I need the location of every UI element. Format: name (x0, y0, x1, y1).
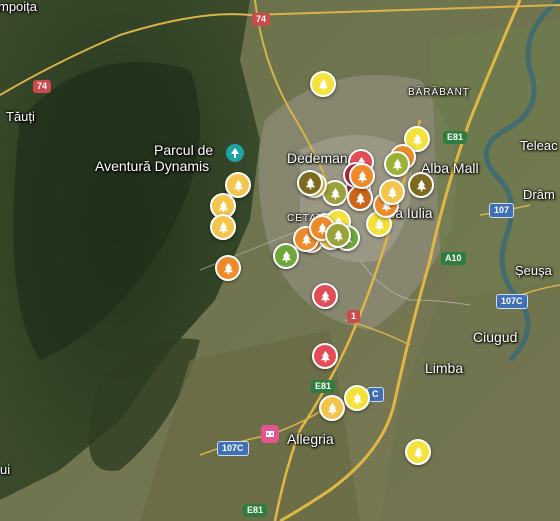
tree-marker[interactable] (408, 172, 434, 198)
tree-marker[interactable] (349, 163, 375, 189)
map-canvas[interactable]: mpoița Tăuți Parcul de Aventură Dynamis … (0, 0, 560, 521)
tree-icon (387, 186, 397, 198)
tree-icon (305, 177, 315, 189)
place-label-parc-line2: Aventură Dynamis (95, 158, 210, 174)
tree-icon (318, 78, 328, 90)
tree-icon (374, 218, 384, 230)
place-label-edge: ui (0, 462, 11, 477)
tree-marker[interactable] (215, 255, 241, 281)
tree-icon (357, 170, 367, 182)
road-shield-74-left: 74 (33, 80, 52, 93)
tree-icon (392, 158, 402, 170)
tree-icon (416, 179, 426, 191)
place-label-allegria: Allegria (287, 431, 334, 447)
tree-icon (218, 221, 228, 233)
road-shield-1: 1 (347, 310, 361, 323)
tree-icon (327, 402, 337, 414)
tree-marker[interactable] (319, 395, 345, 421)
place-label-dedeman: Dedeman (287, 150, 348, 166)
tree-marker[interactable] (379, 179, 405, 205)
tree-icon (333, 229, 343, 241)
tree-icon (320, 350, 330, 362)
tree-marker[interactable] (312, 283, 338, 309)
place-label-limba: Limba (425, 360, 464, 376)
tree-icon (320, 290, 330, 302)
place-label-teleac: Teleac (520, 138, 558, 153)
place-label-impoita: mpoița (0, 0, 38, 14)
tree-marker[interactable] (384, 151, 410, 177)
tree-icon (218, 200, 228, 212)
road-shield-107c-left: 107C (217, 441, 249, 456)
road-shield-a10: A10 (441, 252, 466, 265)
place-label-seusa: Șeuşa (515, 263, 552, 278)
tree-icon (413, 446, 423, 458)
place-label-tauti: Tăuți (6, 109, 35, 124)
place-label-alba-mall: Alba Mall (421, 160, 479, 176)
road-shield-e81-mid: E81 (311, 380, 336, 393)
tree-icon (355, 192, 365, 204)
tree-marker[interactable] (312, 343, 338, 369)
tree-marker[interactable] (273, 243, 299, 269)
place-label-parc-line1: Parcul de (154, 142, 214, 158)
tree-icon (233, 179, 243, 191)
tree-marker[interactable] (405, 439, 431, 465)
tree-icon (281, 250, 291, 262)
cinema-icon[interactable] (261, 425, 279, 443)
place-label-barabant: BĂRĂBANȚ (408, 87, 470, 98)
place-label-drambar: Drâm (523, 187, 555, 202)
tree-marker[interactable] (344, 385, 370, 411)
tree-icon (412, 133, 422, 145)
road-shield-107: 107 (489, 203, 515, 218)
tree-marker[interactable] (297, 170, 323, 196)
road-shield-e81-top: E81 (443, 131, 468, 144)
tree-marker[interactable] (210, 214, 236, 240)
place-label-ciugud: Ciugud (473, 329, 518, 345)
tree-marker[interactable] (310, 71, 336, 97)
road-shield-e81-bottom: E81 (243, 504, 268, 517)
park-icon[interactable] (226, 144, 244, 162)
tree-icon (330, 187, 340, 199)
tree-icon (223, 262, 233, 274)
tree-icon (352, 392, 362, 404)
tree-marker[interactable] (325, 222, 351, 248)
road-shield-107c-right: 107C (496, 294, 528, 309)
road-shield-74-top: 74 (252, 13, 271, 26)
